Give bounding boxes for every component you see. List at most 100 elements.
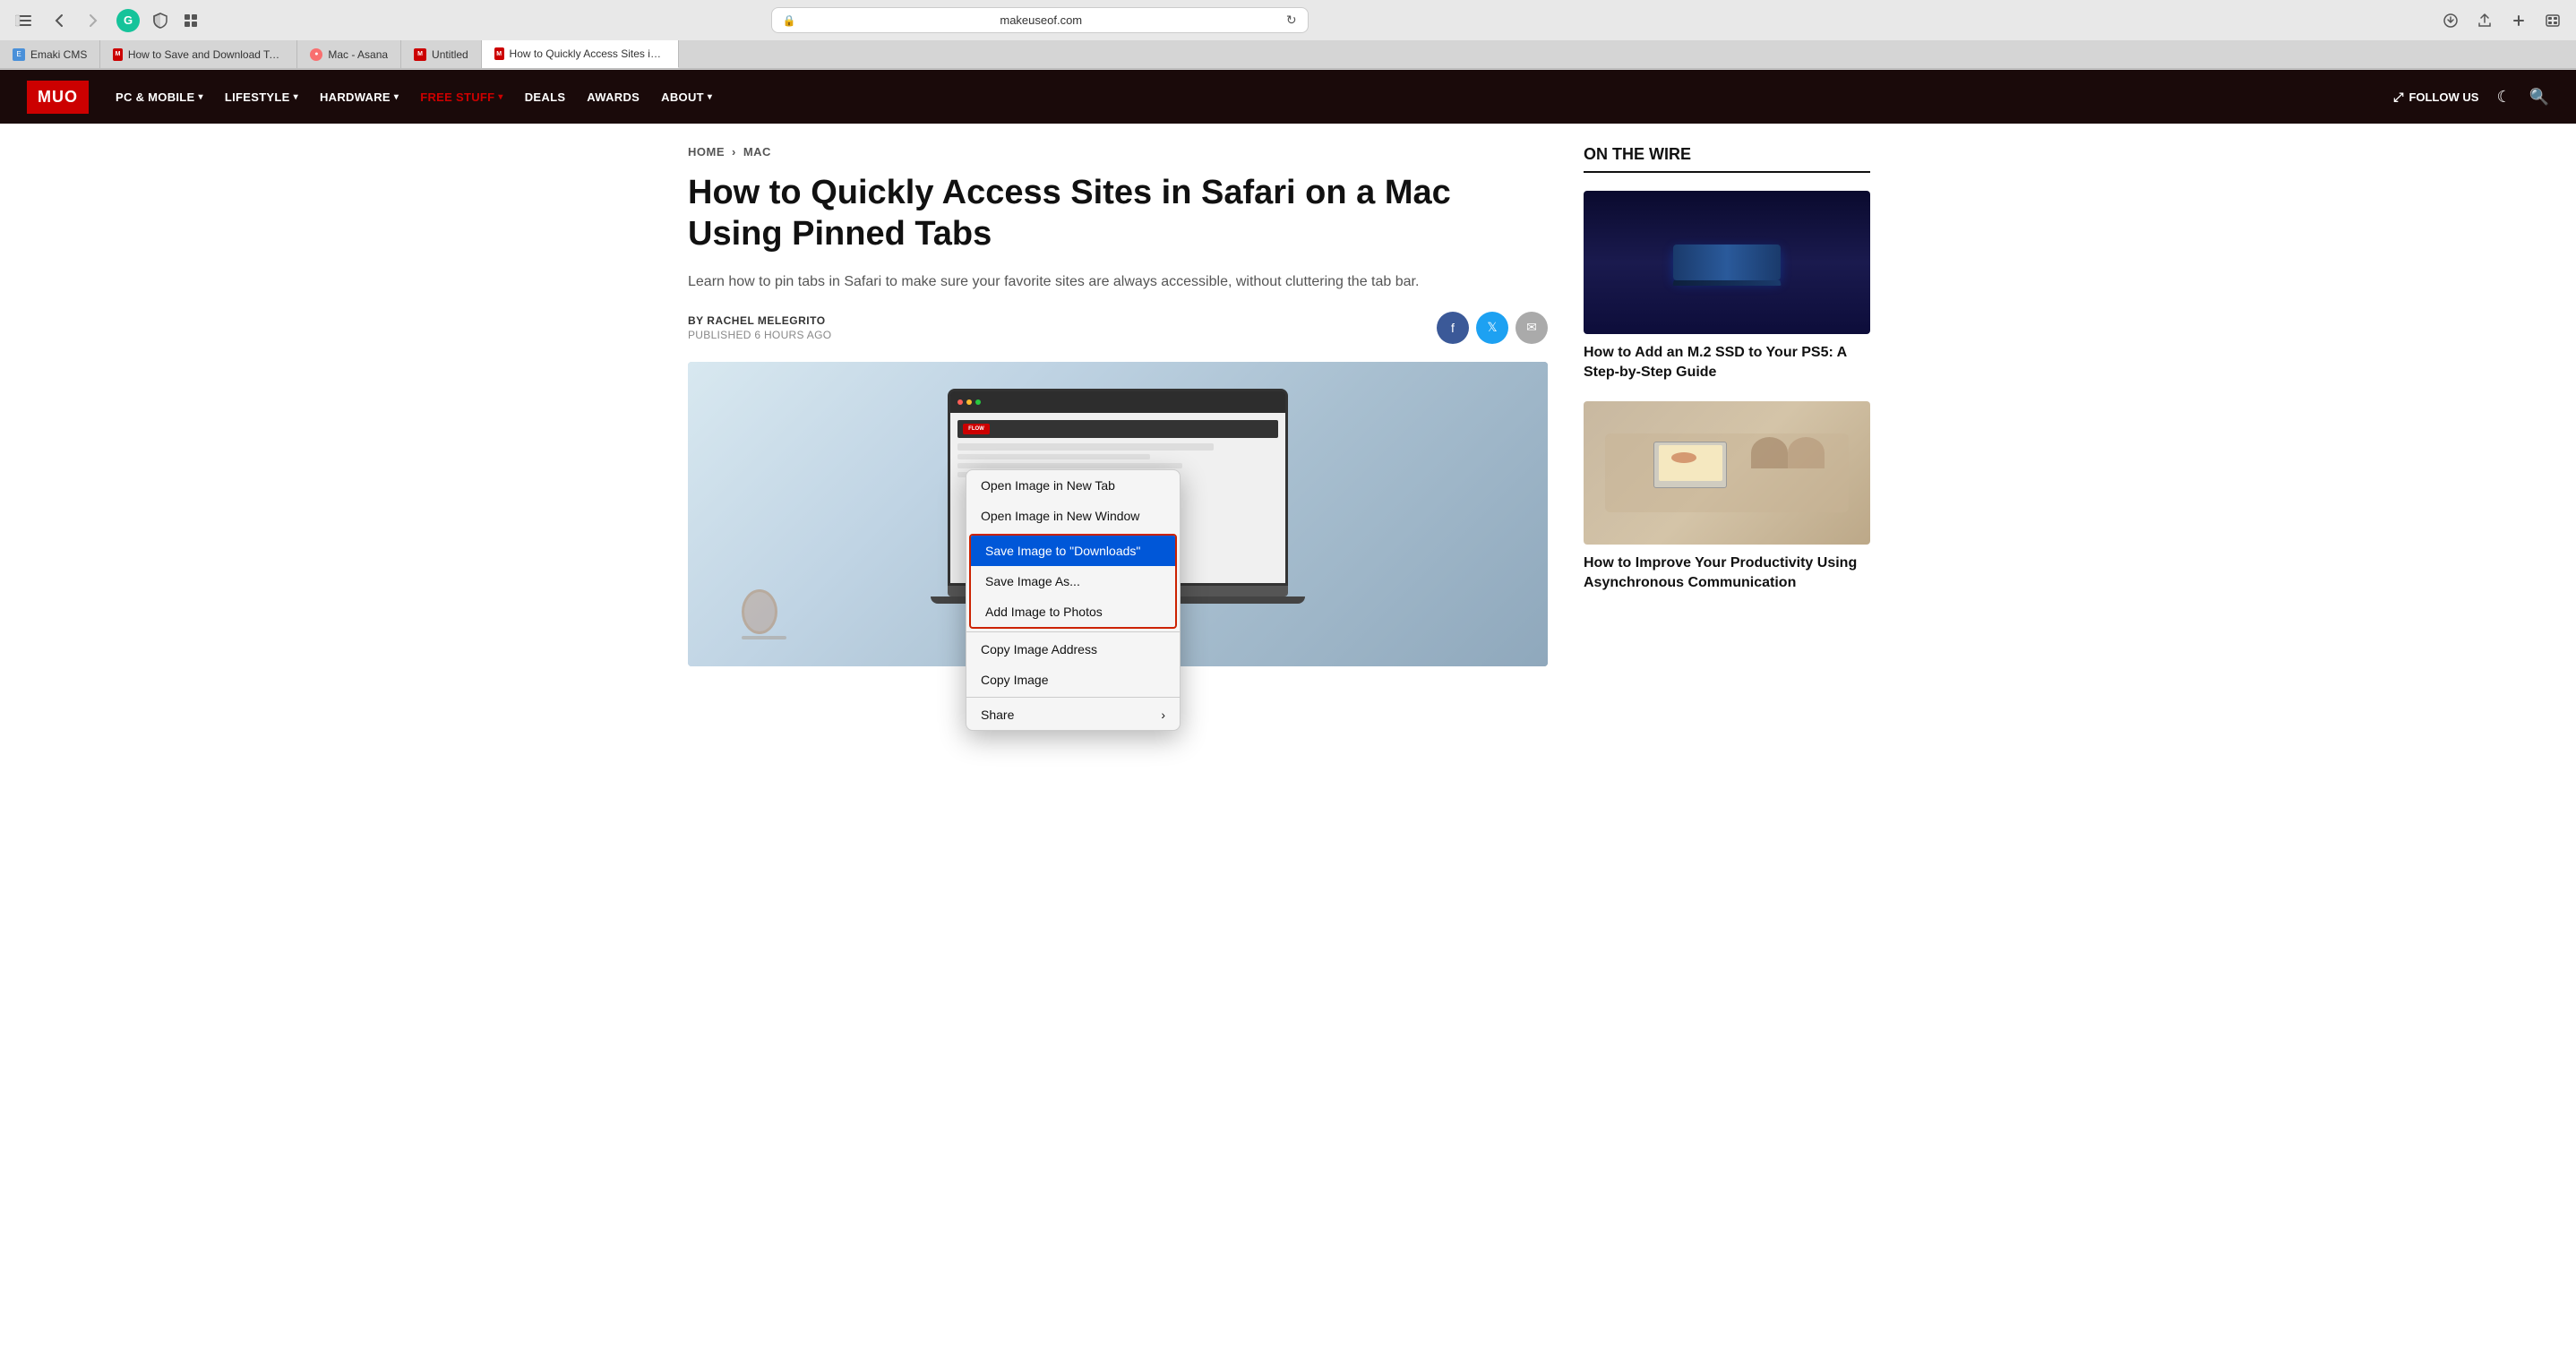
muo-favicon-3: M: [494, 47, 504, 60]
dark-mode-toggle[interactable]: ☾: [2496, 88, 2511, 107]
sidebar: ON THE WIRE How to Add an M.2 SSD to You…: [1584, 145, 1870, 666]
context-share[interactable]: Share ›: [966, 699, 1180, 730]
social-share-buttons: f 𝕏 ✉: [1437, 312, 1548, 344]
laptop-site-logo: FLOW: [963, 424, 990, 434]
new-tab-button[interactable]: [2506, 8, 2531, 33]
tab-label-safari-article: How to Quickly Access Sites in Safari on…: [510, 47, 665, 60]
context-copy-address[interactable]: Copy Image Address: [966, 634, 1180, 665]
tab-label-emaki: Emaki CMS: [30, 48, 87, 61]
breadcrumb-separator: ›: [732, 145, 736, 159]
featured-image-container: FLOW: [688, 362, 1548, 666]
share-network-icon: ⤢: [2393, 90, 2403, 105]
author-name-text[interactable]: RACHEL MELEGRITO: [707, 314, 825, 327]
address-text: makeuseof.com: [803, 13, 1279, 27]
back-button[interactable]: [47, 8, 72, 33]
context-save-downloads[interactable]: Save Image to "Downloads": [971, 536, 1175, 566]
sidebar-article-image-meeting[interactable]: [1584, 401, 1870, 545]
main-nav: PC & MOBILE ▾ LIFESTYLE ▾ HARDWARE ▾ FRE…: [116, 90, 2393, 104]
dot-red: [957, 399, 963, 405]
context-save-as[interactable]: Save Image As...: [971, 566, 1175, 596]
dot-yellow: [966, 399, 972, 405]
nav-awards[interactable]: AWARDS: [587, 90, 640, 104]
tab-save-download[interactable]: M How to Save and Download Text, Images,…: [100, 40, 297, 68]
main-content: HOME › MAC How to Quickly Access Sites i…: [688, 145, 1548, 666]
nav-about[interactable]: ABOUT ▾: [661, 90, 712, 104]
breadcrumb-home[interactable]: HOME: [688, 145, 725, 159]
site-logo[interactable]: MUO: [27, 81, 89, 114]
sidebar-article-title-productivity[interactable]: How to Improve Your Productivity Using A…: [1584, 554, 1870, 594]
nav-controls: [47, 8, 106, 33]
breadcrumb-section[interactable]: MAC: [743, 145, 771, 159]
tab-label-save-download: How to Save and Download Text, Images,..…: [128, 48, 285, 61]
context-add-photos[interactable]: Add Image to Photos: [971, 596, 1175, 627]
ssd-visual: [1673, 245, 1781, 280]
article-meta: BY RACHEL MELEGRITO PUBLISHED 6 HOURS AG…: [688, 312, 1548, 344]
chevron-down-icon: ▾: [199, 92, 203, 102]
nav-deals[interactable]: DEALS: [525, 90, 566, 104]
asana-favicon: ●: [310, 48, 322, 61]
article-subtitle: Learn how to pin tabs in Safari to make …: [688, 270, 1548, 294]
chevron-down-icon: ▾: [498, 92, 502, 102]
context-copy-image[interactable]: Copy Image: [966, 665, 1180, 695]
content-wrapper: HOME › MAC How to Quickly Access Sites i…: [661, 124, 1915, 688]
muo-favicon-1: M: [113, 48, 123, 61]
site-header: MUO PC & MOBILE ▾ LIFESTYLE ▾ HARDWARE ▾…: [0, 70, 2576, 124]
nav-right: ⤢ FOLLOW US ☾ 🔍: [2393, 88, 2549, 107]
browser-actions: [2438, 8, 2565, 33]
tab-label-untitled: Untitled: [432, 48, 468, 61]
article-title: How to Quickly Access Sites in Safari on…: [688, 173, 1548, 254]
muo-favicon-2: M: [414, 48, 426, 61]
submenu-arrow-icon: ›: [1161, 708, 1165, 722]
chevron-down-icon: ▾: [294, 92, 298, 102]
email-share-button[interactable]: ✉: [1516, 312, 1548, 344]
context-open-new-tab[interactable]: Open Image in New Tab: [966, 470, 1180, 501]
context-open-new-window[interactable]: Open Image in New Window: [966, 501, 1180, 531]
extensions-icon[interactable]: [181, 11, 201, 30]
emaki-favicon: E: [13, 48, 25, 61]
twitter-share-button[interactable]: 𝕏: [1476, 312, 1508, 344]
chevron-down-icon: ▾: [394, 92, 399, 102]
browser-toolbar: G 🔒 makeuseof.com ↻: [0, 0, 2576, 40]
nav-pc-mobile[interactable]: PC & MOBILE ▾: [116, 90, 203, 104]
forward-button[interactable]: [81, 8, 106, 33]
tab-label-asana: Mac - Asana: [328, 48, 388, 61]
share-button[interactable]: [2472, 8, 2497, 33]
context-menu-divider-1: [966, 631, 1180, 632]
grammarly-icon[interactable]: G: [116, 9, 140, 32]
tab-safari-article[interactable]: M How to Quickly Access Sites in Safari …: [482, 40, 679, 68]
browser-tabs: E Emaki CMS M How to Save and Download T…: [0, 40, 2576, 69]
sidebar-article-productivity: How to Improve Your Productivity Using A…: [1584, 401, 1870, 594]
address-bar[interactable]: 🔒 makeuseof.com ↻: [771, 7, 1309, 33]
dot-green: [975, 399, 981, 405]
sidebar-article-ps5-ssd: How to Add an M.2 SSD to Your PS5: A Ste…: [1584, 191, 1870, 383]
nav-lifestyle[interactable]: LIFESTYLE ▾: [225, 90, 298, 104]
nav-hardware[interactable]: HARDWARE ▾: [320, 90, 399, 104]
browser-chrome: G 🔒 makeuseof.com ↻: [0, 0, 2576, 70]
tab-asana[interactable]: ● Mac - Asana: [297, 40, 401, 68]
lock-icon: 🔒: [783, 14, 796, 27]
sidebar-article-title-ssd[interactable]: How to Add an M.2 SSD to Your PS5: A Ste…: [1584, 343, 1870, 383]
chevron-down-icon: ▾: [708, 92, 712, 102]
context-menu: Open Image in New Tab Open Image in New …: [966, 469, 1181, 731]
tab-untitled[interactable]: M Untitled: [401, 40, 482, 68]
downloads-button[interactable]: [2438, 8, 2463, 33]
shield-icon[interactable]: [150, 11, 170, 30]
sidebar-title: ON THE WIRE: [1584, 145, 1870, 173]
tab-emaki[interactable]: E Emaki CMS: [0, 40, 100, 68]
reload-button[interactable]: ↻: [1286, 13, 1297, 28]
author-info: BY RACHEL MELEGRITO PUBLISHED 6 HOURS AG…: [688, 314, 831, 341]
author-name: BY RACHEL MELEGRITO: [688, 314, 831, 327]
published-date: PUBLISHED 6 HOURS AGO: [688, 329, 831, 341]
follow-us-button[interactable]: ⤢ FOLLOW US: [2393, 90, 2478, 105]
nav-free-stuff[interactable]: FREE STUFF ▾: [420, 90, 503, 104]
breadcrumb: HOME › MAC: [688, 145, 1548, 159]
laptop-site-header: FLOW: [957, 420, 1278, 438]
context-menu-save-group: Save Image to "Downloads" Save Image As.…: [969, 534, 1177, 629]
search-button[interactable]: 🔍: [2529, 88, 2549, 107]
laptop-browser-bar: [950, 391, 1285, 413]
facebook-share-button[interactable]: f: [1437, 312, 1469, 344]
sidebar-article-image-ssd[interactable]: [1584, 191, 1870, 334]
sidebar-toggle-button[interactable]: [11, 8, 36, 33]
context-menu-divider-2: [966, 697, 1180, 698]
tab-overview-button[interactable]: [2540, 8, 2565, 33]
